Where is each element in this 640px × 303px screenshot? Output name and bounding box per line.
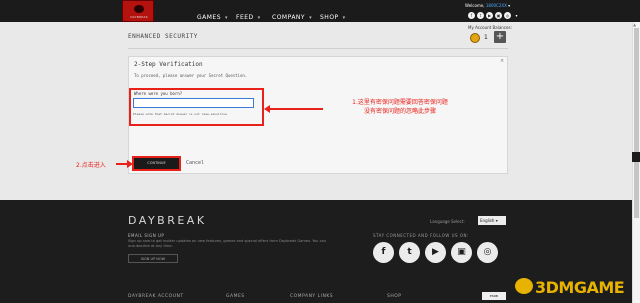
twitch-icon[interactable]: ▣ xyxy=(451,242,472,263)
continue-button[interactable]: CONTINUE xyxy=(132,156,181,171)
instagram-icon[interactable]: ◎ xyxy=(477,242,498,263)
facebook-icon[interactable]: f xyxy=(373,242,394,263)
welcome-text: Welcome, 1800C2XX ▾ xyxy=(465,3,510,8)
sign-up-button[interactable]: SIGN UP NOW xyxy=(128,254,178,263)
arrow-right-icon xyxy=(127,160,133,168)
case-note: Please note that Secret Answer is not ca… xyxy=(133,112,227,116)
secret-answer-input[interactable] xyxy=(133,98,254,108)
email-signup-description: Sign up now to get insider updates on ne… xyxy=(128,239,327,248)
esrb-badge: ESRB xyxy=(482,292,506,300)
nav-shop[interactable]: SHOP ▾ xyxy=(320,14,346,21)
chevron-down-icon: ▾ xyxy=(257,15,261,21)
language-select[interactable]: English ▾ xyxy=(478,216,506,225)
footer-logo[interactable]: DAYBREAK xyxy=(128,214,207,227)
chevron-down-icon[interactable]: ▾ xyxy=(508,3,510,8)
side-feedback-tab[interactable] xyxy=(632,152,640,162)
nav-shop-label: SHOP xyxy=(320,14,339,21)
divider xyxy=(128,48,508,49)
chevron-down-icon: ▾ xyxy=(225,15,229,21)
panel-instruction: To proceed, please answer your Secret Qu… xyxy=(134,73,248,78)
annotation-2: 2.点击进入 xyxy=(76,162,106,169)
page-title: ENHANCED SECURITY xyxy=(128,33,198,40)
balance-value: 1 xyxy=(484,34,488,41)
watermark-bubble-icon xyxy=(515,278,533,294)
footer-social-icons: f t ▶ ▣ ◎ xyxy=(373,242,498,263)
chevron-down-icon[interactable]: ▾ xyxy=(513,12,520,19)
arrow-left-icon xyxy=(264,105,270,113)
nav-games[interactable]: GAMES ▾ xyxy=(197,14,228,21)
language-label: Language Select: xyxy=(430,219,465,224)
logo-eye-icon xyxy=(134,5,144,13)
daybreak-logo[interactable]: DAYBREAK xyxy=(122,0,154,22)
youtube-icon[interactable]: ▶ xyxy=(425,242,446,263)
instagram-icon[interactable]: ◎ xyxy=(504,12,511,19)
secret-question-label: Where were you born? xyxy=(134,91,183,96)
nav-feed-label: FEED xyxy=(236,14,254,21)
username-link[interactable]: 1800C2XX xyxy=(486,3,507,8)
add-funds-button[interactable]: + xyxy=(494,31,506,43)
stay-connected-title: STAY CONNECTED AND FOLLOW US ON: xyxy=(373,233,469,238)
twitter-icon[interactable]: t xyxy=(477,12,484,19)
footer-col-games[interactable]: GAMES xyxy=(226,294,245,299)
annotation-1-line1: 1.这里有密保问题需要回答密保问题 xyxy=(352,99,448,106)
annotation-1-line2: 没有密保问题的忽略此步骤 xyxy=(363,108,436,115)
scrollbar-thumb[interactable] xyxy=(634,28,639,218)
watermark: 3DMGAME xyxy=(535,278,625,297)
top-social-icons: f t ▶ ▣ ◎ ▾ xyxy=(468,12,520,20)
welcome-prefix: Welcome, xyxy=(465,3,485,8)
annotation-arrow-line xyxy=(266,108,323,110)
email-signup-title: EMAIL SIGN UP xyxy=(128,233,165,238)
close-icon[interactable]: × xyxy=(500,58,504,64)
footer-col-account[interactable]: DAYBREAK ACCOUNT xyxy=(128,294,184,299)
chevron-down-icon: ▾ xyxy=(309,15,313,21)
panel-title: 2-Step Verification xyxy=(134,61,203,68)
footer-col-shop[interactable]: SHOP xyxy=(387,294,402,299)
nav-games-label: GAMES xyxy=(197,14,222,21)
youtube-icon[interactable]: ▶ xyxy=(486,12,493,19)
balance-label: My Account Balances: xyxy=(468,25,512,30)
nav-feed[interactable]: FEED ▾ xyxy=(236,14,261,21)
footer-col-company[interactable]: COMPANY LINKS xyxy=(290,294,333,299)
logo-text: DAYBREAK xyxy=(130,15,148,19)
coin-icon xyxy=(470,33,480,43)
twitter-icon[interactable]: t xyxy=(399,242,420,263)
cancel-link[interactable]: Cancel xyxy=(186,160,204,166)
chevron-down-icon: ▾ xyxy=(342,15,346,21)
nav-company[interactable]: COMPANY ▾ xyxy=(272,14,312,21)
twitch-icon[interactable]: ▣ xyxy=(495,12,502,19)
annotation-1: 1.这里有密保问题需要回答密保问题 没有密保问题的忽略此步骤 xyxy=(325,98,475,116)
facebook-icon[interactable]: f xyxy=(468,12,475,19)
nav-company-label: COMPANY xyxy=(272,14,306,21)
scroll-up-icon[interactable]: ▲ xyxy=(633,22,636,27)
